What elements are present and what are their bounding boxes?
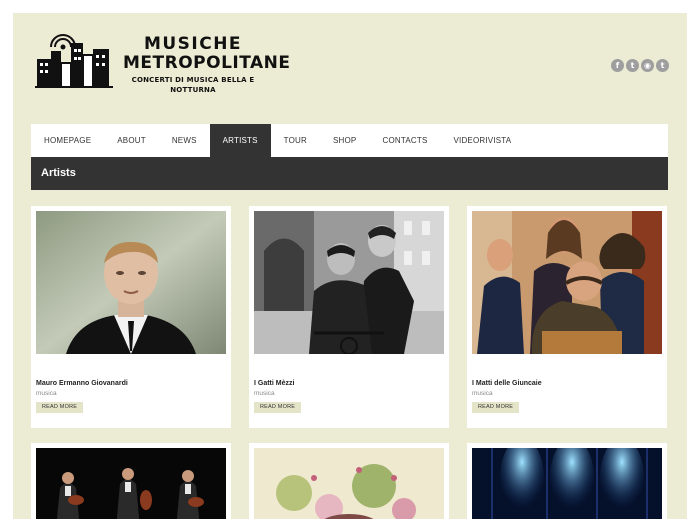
logo-icon[interactable] — [35, 33, 115, 89]
artist-card[interactable]: I Matti delle Giuncaie musica READ MORE — [467, 206, 667, 428]
logo-tagline: CONCERTI DI MUSICA BELLA E NOTTURNA — [131, 76, 255, 94]
artist-card[interactable]: I Gatti Mèzzi musica READ MORE — [249, 206, 449, 428]
read-more-button[interactable]: READ MORE — [254, 402, 302, 413]
nav-item-shop[interactable]: SHOP — [320, 124, 369, 157]
facebook-icon[interactable]: f — [611, 59, 624, 72]
read-more-button[interactable]: READ MORE — [36, 402, 84, 413]
section-title: Artists — [41, 167, 76, 179]
nav-item-tour[interactable]: TOUR — [271, 124, 320, 157]
nav-item-news[interactable]: NEWS — [159, 124, 210, 157]
artist-name[interactable]: Mauro Ermanno Giovanardi — [36, 380, 128, 387]
artist-card[interactable] — [467, 443, 667, 519]
artist-category[interactable]: musica — [36, 390, 57, 397]
artist-category[interactable]: musica — [472, 390, 493, 397]
social-links: f t ◉ t — [611, 59, 669, 72]
tumblr-icon[interactable]: t — [656, 59, 669, 72]
logo-text[interactable]: MUSICHE METROPOLITANE CONCERTI DI MUSICA… — [123, 34, 291, 95]
nav-item-videorivista[interactable]: VIDEORIVISTA — [441, 124, 525, 157]
logo-title-line1: MUSICHE — [143, 34, 243, 54]
artist-photo[interactable] — [472, 211, 662, 354]
read-more-button[interactable]: READ MORE — [472, 402, 520, 413]
artist-card[interactable] — [249, 443, 449, 519]
rss-icon[interactable]: ◉ — [641, 59, 654, 72]
artist-card[interactable] — [31, 443, 231, 519]
artist-photo[interactable] — [36, 211, 226, 354]
main-nav: HOMEPAGE ABOUT NEWS ARTISTS TOUR SHOP CO… — [31, 124, 668, 158]
artist-photo[interactable] — [472, 448, 662, 519]
artist-card[interactable]: Mauro Ermanno Giovanardi musica READ MOR… — [31, 206, 231, 428]
artist-name[interactable]: I Gatti Mèzzi — [254, 380, 294, 387]
nav-item-artists[interactable]: ARTISTS — [209, 124, 271, 157]
artist-photo[interactable] — [36, 448, 226, 519]
nav-item-contacts[interactable]: CONTACTS — [369, 124, 440, 157]
logo-title-line2: METROPOLITANE — [123, 53, 291, 73]
artist-category[interactable]: musica — [254, 390, 275, 397]
artist-name[interactable]: I Matti delle Giuncaie — [472, 380, 542, 387]
artist-photo[interactable] — [254, 211, 444, 354]
nav-item-homepage[interactable]: HOMEPAGE — [31, 124, 104, 157]
page: MUSICHE METROPOLITANE CONCERTI DI MUSICA… — [13, 13, 687, 519]
twitter-icon[interactable]: t — [626, 59, 639, 72]
section-header: Artists — [31, 157, 668, 190]
artist-photo[interactable] — [254, 448, 444, 519]
nav-item-about[interactable]: ABOUT — [104, 124, 159, 157]
